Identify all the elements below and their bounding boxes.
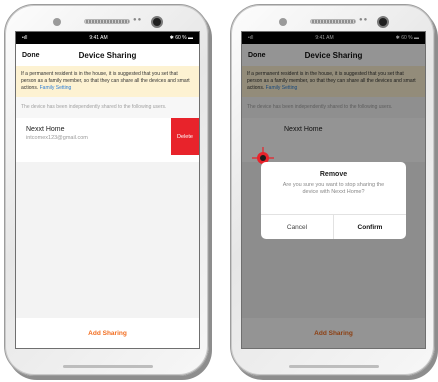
phone-frame-right: ●● •ıll 9:41 AM ✱ 60 % ▬ Done Device Sha… bbox=[230, 4, 435, 376]
signal-indicator: •ıll bbox=[22, 35, 28, 41]
user-info: Nexxt Home intcomex123@gmail.com bbox=[16, 118, 171, 155]
empty-area bbox=[16, 162, 199, 318]
nav-bar: Done Device Sharing bbox=[16, 44, 199, 66]
camera-icon bbox=[377, 16, 389, 28]
speaker-grille bbox=[84, 19, 130, 24]
done-button[interactable]: Done bbox=[22, 52, 40, 59]
home-indicator bbox=[63, 365, 153, 368]
status-time: 9:41 AM bbox=[89, 35, 108, 41]
battery-indicator: ✱ 60 % ▬ bbox=[169, 35, 193, 41]
footer: Add Sharing bbox=[16, 318, 199, 348]
dialog-actions: Cancel Confirm bbox=[261, 214, 406, 239]
status-bar: •ıll 9:41 AM ✱ 60 % ▬ bbox=[16, 32, 199, 44]
camera-icon bbox=[151, 16, 163, 28]
speaker-grille bbox=[310, 19, 356, 24]
shared-users-label: The device has been independently shared… bbox=[16, 97, 199, 118]
phone-frame-left: ●● •ıll 9:41 AM ✱ 60 % ▬ Done Device Sha… bbox=[4, 4, 209, 376]
user-name: Nexxt Home bbox=[26, 126, 65, 133]
sensor-icon bbox=[279, 18, 287, 26]
family-setting-link[interactable]: Family Setting bbox=[40, 85, 72, 91]
screen-right: •ıll 9:41 AM ✱ 60 % ▬ Done Device Sharin… bbox=[241, 31, 426, 349]
remove-dialog: Remove Are you sure you want to stop sha… bbox=[261, 162, 406, 239]
dots-icon: ●● bbox=[133, 17, 143, 23]
family-notice: If a permanent resident is in the house,… bbox=[16, 66, 199, 97]
user-email: intcomex123@gmail.com bbox=[26, 135, 88, 141]
shared-user-row[interactable]: Nexxt Home intcomex123@gmail.com Delete bbox=[16, 118, 199, 155]
add-sharing-button[interactable]: Add Sharing bbox=[88, 330, 127, 337]
dialog-title: Remove bbox=[319, 171, 348, 178]
screen-left: •ıll 9:41 AM ✱ 60 % ▬ Done Device Sharin… bbox=[15, 31, 200, 349]
delete-button[interactable]: Delete bbox=[171, 118, 199, 155]
dots-icon: ●● bbox=[359, 17, 369, 23]
confirm-button[interactable]: Confirm bbox=[334, 215, 406, 239]
dialog-message: Are you sure you want to stop sharing th… bbox=[282, 182, 385, 195]
page-title: Device Sharing bbox=[78, 50, 137, 60]
home-indicator bbox=[289, 365, 379, 368]
cancel-button[interactable]: Cancel bbox=[261, 215, 334, 239]
sensor-icon bbox=[53, 18, 61, 26]
